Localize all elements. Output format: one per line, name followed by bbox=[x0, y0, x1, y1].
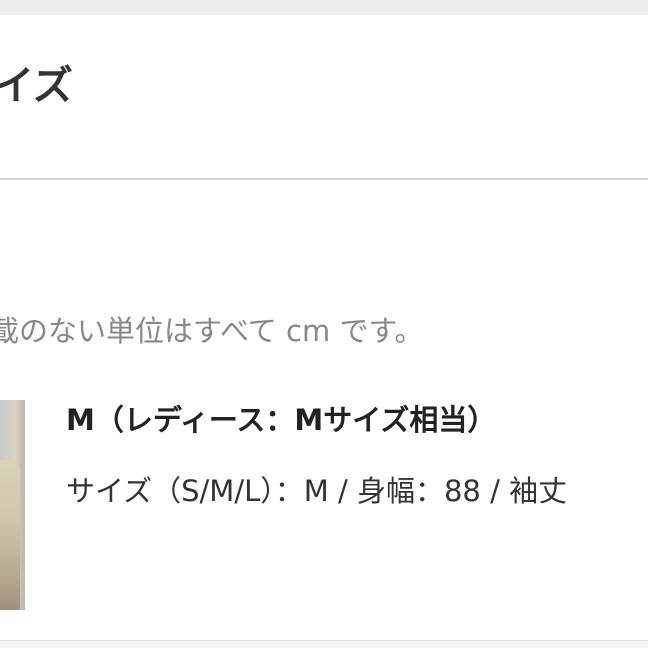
size-info-page: イズ 載のない単位はすべて cm です。 M（レディース：Mサイズ相当） サイズ… bbox=[0, 0, 648, 648]
top-bar bbox=[0, 0, 648, 15]
section-divider bbox=[0, 178, 648, 180]
unit-note: 載のない単位はすべて cm です。 bbox=[0, 314, 424, 348]
bottom-divider bbox=[0, 640, 648, 648]
garment-image bbox=[0, 460, 20, 610]
product-thumbnail[interactable] bbox=[0, 400, 25, 610]
product-size-name: M（レディース：Mサイズ相当） bbox=[66, 403, 497, 437]
section-title: イズ bbox=[0, 63, 73, 109]
product-size-spec: サイズ（S/M/L）：M / 身幅：88 / 袖丈 bbox=[66, 474, 568, 508]
